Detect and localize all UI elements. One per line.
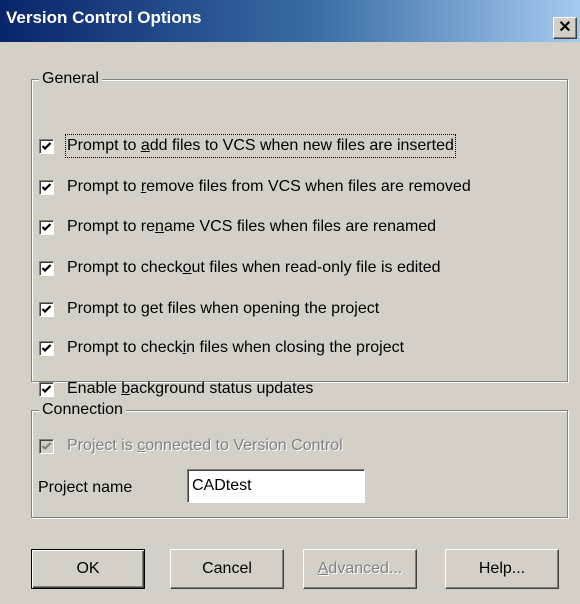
label-text: Prompt to re [67, 218, 156, 235]
label-text: ame VCS files when files are renamed [163, 218, 437, 235]
advanced-rest: dvanced... [328, 560, 403, 577]
cancel-button[interactable]: Cancel [170, 549, 284, 589]
checkmark-icon [41, 441, 52, 450]
label-text: Prompt to check [67, 259, 183, 276]
option-checkin-files[interactable]: Prompt to checkin files when closing the… [39, 338, 404, 358]
checkbox[interactable] [39, 179, 54, 195]
checkmark-icon [41, 263, 52, 272]
option-rename-files[interactable]: Prompt to rename VCS files when files ar… [39, 217, 436, 237]
label-text: Prompt to [67, 178, 141, 195]
checkbox[interactable] [39, 340, 54, 356]
label-text: ut files when read-only file is edited [191, 259, 441, 276]
project-name-input[interactable] [187, 469, 365, 503]
label-text: Enable [67, 380, 122, 397]
checkbox-label: Prompt to get files when opening the pro… [67, 299, 379, 319]
checkbox[interactable] [39, 219, 54, 235]
cancel-button-label: Cancel [202, 560, 252, 577]
advanced-mnemonic: A [317, 560, 329, 577]
help-button-label: Help... [478, 560, 526, 577]
checkbox[interactable] [39, 381, 54, 397]
advanced-button: Advanced... [303, 549, 417, 589]
checkbox-label: Prompt to remove files from VCS when fil… [67, 177, 471, 197]
checkbox-label: Prompt to checkout files when read-only … [67, 258, 441, 278]
close-icon: ✕ [558, 19, 572, 36]
checkbox-label: Project is connected to Version Control [67, 436, 343, 456]
checkbox-label: Prompt to add files to VCS when new file… [65, 134, 456, 158]
window-title: Version Control Options [6, 8, 202, 27]
checkbox-label: Enable background status updates [67, 379, 313, 399]
label-mnemonic: n [155, 218, 164, 235]
project-name-label: Project name [38, 479, 133, 496]
checkmark-icon [41, 384, 52, 393]
checkbox[interactable] [39, 260, 54, 276]
checkmark-icon [41, 141, 52, 150]
ok-button[interactable]: OK [31, 549, 145, 589]
title-bar[interactable]: Version Control Options ✕ [0, 0, 580, 42]
label-text: ackground status updates [130, 380, 314, 397]
checkbox [39, 438, 54, 454]
option-background-status[interactable]: Enable background status updates [39, 379, 313, 399]
checkbox[interactable] [39, 138, 54, 154]
checkmark-icon [41, 222, 52, 231]
general-legend: General [39, 69, 102, 89]
option-checkout-files[interactable]: Prompt to checkout files when read-only … [39, 258, 441, 278]
checkbox-label: Prompt to checkin files when closing the… [67, 338, 404, 358]
label-text: dd files to VCS when new files are inser… [149, 137, 454, 154]
label-text: et files when opening the project [149, 300, 380, 317]
label-text: onnected to Version Control [145, 437, 343, 454]
option-get-files[interactable]: Prompt to get files when opening the pro… [39, 299, 379, 319]
checkmark-icon [41, 182, 52, 191]
label-text: n files when closing the project [186, 339, 405, 356]
checkmark-icon [41, 343, 52, 352]
label-mnemonic: o [182, 259, 192, 276]
label-mnemonic: b [121, 380, 131, 397]
close-button[interactable]: ✕ [553, 17, 577, 39]
connection-legend: Connection [39, 400, 126, 420]
label-mnemonic: g [140, 300, 150, 317]
option-add-files[interactable]: Prompt to add files to VCS when new file… [39, 134, 456, 158]
ok-button-label: OK [76, 560, 100, 577]
label-text: Project is [67, 437, 138, 454]
label-text: Prompt to check [67, 339, 183, 356]
label-text: Prompt to [67, 300, 141, 317]
checkbox-label: Prompt to rename VCS files when files ar… [67, 217, 436, 237]
checkmark-icon [41, 304, 52, 313]
advanced-button-label: Advanced... [318, 560, 403, 578]
checkbox[interactable] [39, 301, 54, 317]
label-text: emove files from VCS when files are remo… [146, 178, 471, 195]
help-button[interactable]: Help... [445, 549, 559, 589]
option-connected: Project is connected to Version Control [39, 436, 343, 456]
label-text: Prompt to [67, 137, 141, 154]
option-remove-files[interactable]: Prompt to remove files from VCS when fil… [39, 177, 471, 197]
label-mnemonic: a [140, 137, 150, 154]
dialog-window: Version Control Options ✕ General Prompt… [0, 0, 580, 604]
